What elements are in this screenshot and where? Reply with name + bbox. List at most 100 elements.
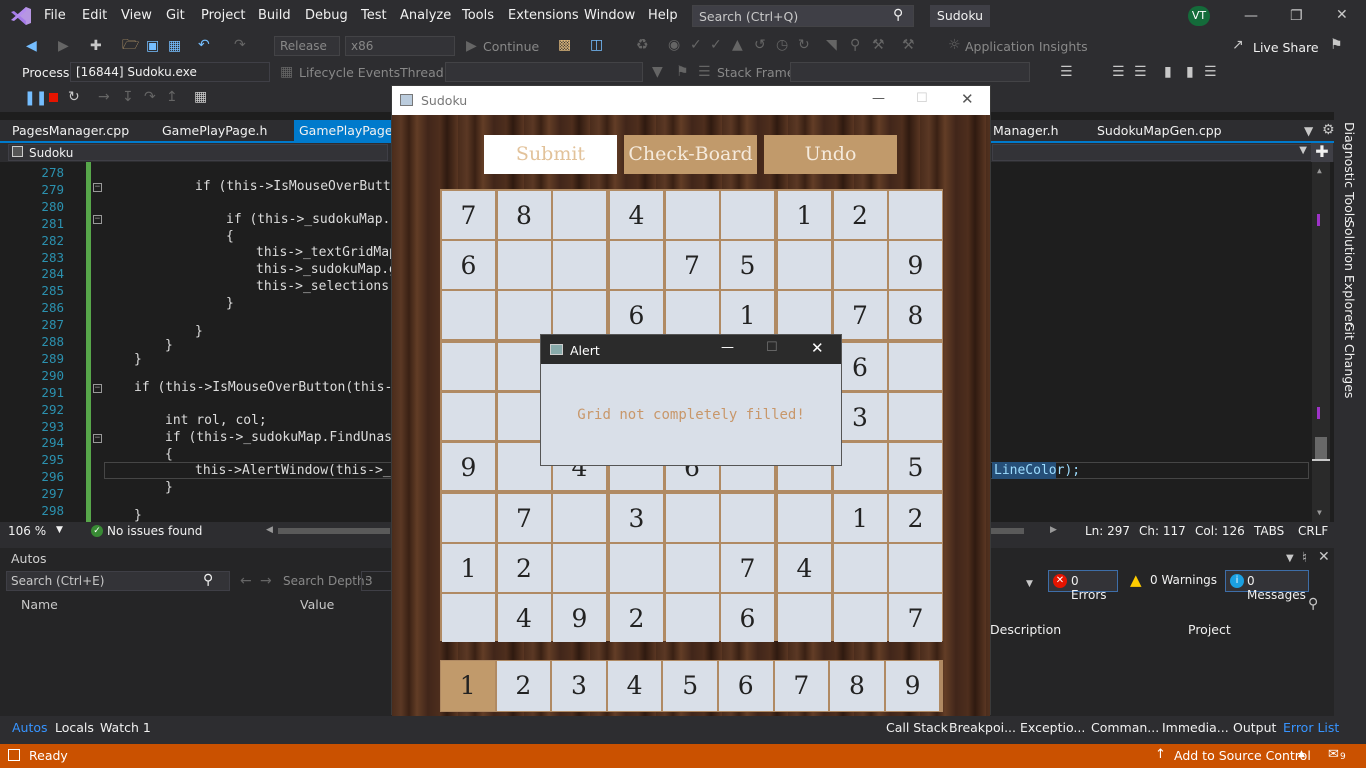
process-dropdown[interactable]: [16844] Sudoku.exe: [70, 62, 270, 82]
stop-icon[interactable]: [49, 93, 58, 102]
step-back-icon[interactable]: ↥: [166, 89, 178, 105]
collapse-281[interactable]: −: [93, 215, 102, 224]
outdent-icon[interactable]: ☰: [1134, 64, 1147, 80]
board-cell[interactable]: 2: [889, 494, 942, 542]
board-cell[interactable]: 6: [442, 241, 495, 289]
errors-filter-button[interactable]: ✕ 0 Errors: [1048, 570, 1118, 602]
tab-gameplaypage-h[interactable]: GamePlayPage.h: [162, 123, 267, 138]
undo-button[interactable]: Undo: [764, 135, 897, 174]
horizontal-scrollbar[interactable]: [990, 528, 1024, 534]
palette-number-6[interactable]: 6: [719, 661, 773, 711]
board-cell[interactable]: 2: [610, 594, 663, 642]
scroll-right-icon[interactable]: ▶: [1050, 525, 1057, 535]
board-cell[interactable]: 5: [889, 442, 942, 490]
forward-icon[interactable]: ▶: [58, 38, 69, 54]
minimize-icon[interactable]: —: [721, 340, 734, 355]
board-cell[interactable]: [497, 241, 551, 289]
board-cell[interactable]: 9: [889, 241, 942, 289]
new-project-icon[interactable]: ✚: [90, 38, 102, 54]
board-cell[interactable]: [665, 494, 719, 542]
collapse-279[interactable]: −: [93, 183, 102, 192]
tab-gameplaypage-cpp[interactable]: GamePlayPage.cpp: [294, 120, 392, 142]
browser-icon[interactable]: ◫: [590, 37, 603, 53]
restart-icon[interactable]: ↻: [68, 89, 80, 105]
messages-filter-button[interactable]: i 0 Messages: [1225, 570, 1309, 602]
bookmark-prev-icon[interactable]: ▮: [1186, 64, 1194, 80]
collapse-292[interactable]: −: [93, 384, 102, 393]
continue-icon[interactable]: ▶: [466, 38, 477, 54]
menu-debug[interactable]: Debug: [305, 8, 348, 23]
board-cell[interactable]: [665, 191, 719, 239]
board-cell[interactable]: 3: [610, 494, 663, 542]
autos-search-input[interactable]: Search (Ctrl+E) ⚲: [6, 571, 230, 591]
board-cell[interactable]: [442, 494, 495, 542]
board-cell[interactable]: 4: [610, 191, 663, 239]
tab-locals[interactable]: Locals: [55, 720, 94, 735]
close-icon[interactable]: ✕: [1336, 7, 1348, 23]
application-insights-button[interactable]: Application Insights: [965, 39, 1088, 54]
split-editor-button[interactable]: ✚: [1311, 143, 1333, 162]
board-cell[interactable]: [610, 241, 663, 289]
step-over-icon[interactable]: ↧: [122, 89, 134, 105]
maximize-icon[interactable]: ☐: [916, 91, 928, 106]
board-cell[interactable]: [889, 392, 942, 440]
palette-number-3[interactable]: 3: [552, 661, 606, 711]
configuration-dropdown[interactable]: Release: [274, 36, 340, 56]
board-cell[interactable]: [833, 241, 887, 289]
board-cell[interactable]: 7: [442, 191, 495, 239]
editor-vertical-scrollbar[interactable]: ▲ ▼: [1312, 162, 1330, 522]
menu-build[interactable]: Build: [258, 8, 291, 23]
add-to-source-control-button[interactable]: Add to Source Control: [1174, 748, 1311, 763]
board-cell[interactable]: [553, 544, 606, 592]
tab-pagesmanager-cpp[interactable]: PagesManager.cpp: [12, 123, 129, 138]
board-cell[interactable]: 5: [721, 241, 774, 289]
board-cell[interactable]: [553, 241, 606, 289]
board-cell[interactable]: [778, 594, 831, 642]
save-icon[interactable]: ▣: [146, 38, 159, 54]
tab-call-stack[interactable]: Call Stack: [886, 720, 948, 735]
menu-view[interactable]: View: [121, 8, 152, 23]
menu-test[interactable]: Test: [361, 8, 387, 23]
lifecycle-events-dropdown[interactable]: Lifecycle Events: [299, 65, 400, 80]
line-ending[interactable]: CRLF: [1298, 524, 1328, 538]
maximize-icon[interactable]: ☐: [766, 340, 778, 355]
board-cell[interactable]: 2: [497, 544, 551, 592]
board-cell[interactable]: 7: [665, 241, 719, 289]
issues-status[interactable]: No issues found: [107, 524, 202, 538]
board-cell[interactable]: [553, 191, 606, 239]
tab-sudokumapgen-cpp[interactable]: SudokuMapGen.cpp: [1097, 123, 1222, 138]
feedback-icon[interactable]: ⚑: [1330, 37, 1343, 53]
palette-number-4[interactable]: 4: [607, 661, 662, 711]
panel-dropdown-icon[interactable]: ▼: [1286, 551, 1294, 567]
debug-icon-5[interactable]: ↺: [754, 37, 766, 53]
indent-mode[interactable]: TABS: [1254, 524, 1284, 538]
debug-icon-4[interactable]: ▲: [732, 37, 743, 53]
stack-icon[interactable]: ☰: [698, 64, 711, 80]
board-cell[interactable]: [889, 544, 942, 592]
board-cell[interactable]: [610, 544, 663, 592]
tab-error-list[interactable]: Error List: [1283, 720, 1339, 735]
board-cell[interactable]: 9: [442, 442, 495, 490]
step-out-icon[interactable]: ↷: [144, 89, 156, 105]
back-icon[interactable]: ◀: [26, 38, 37, 54]
tab-watch-1[interactable]: Watch 1: [100, 720, 151, 735]
hex-icon[interactable]: ▦: [194, 89, 207, 105]
menu-analyze[interactable]: Analyze: [400, 8, 451, 23]
close-icon[interactable]: ✕: [1318, 549, 1330, 565]
board-cell[interactable]: 7: [833, 291, 887, 339]
notification-bell-icon[interactable]: ✉: [1328, 747, 1339, 762]
board-cell[interactable]: [442, 392, 495, 440]
tab-output[interactable]: Output: [1233, 720, 1276, 735]
scroll-down-icon[interactable]: ▼: [1317, 508, 1322, 517]
board-cell[interactable]: [442, 291, 495, 339]
board-cell[interactable]: 7: [889, 594, 942, 642]
minimize-icon[interactable]: —: [872, 91, 885, 106]
scroll-thumb[interactable]: [1315, 437, 1327, 461]
solution-explorer-tab[interactable]: Solution Explorer: [1342, 220, 1357, 327]
board-cell[interactable]: 1: [721, 291, 774, 339]
restore-icon[interactable]: ❐: [1290, 8, 1303, 24]
undo-icon[interactable]: ↶: [198, 37, 210, 53]
redo-icon[interactable]: ↷: [234, 37, 246, 53]
menu-window[interactable]: Window: [584, 8, 635, 23]
horizontal-scrollbar[interactable]: [278, 528, 390, 534]
